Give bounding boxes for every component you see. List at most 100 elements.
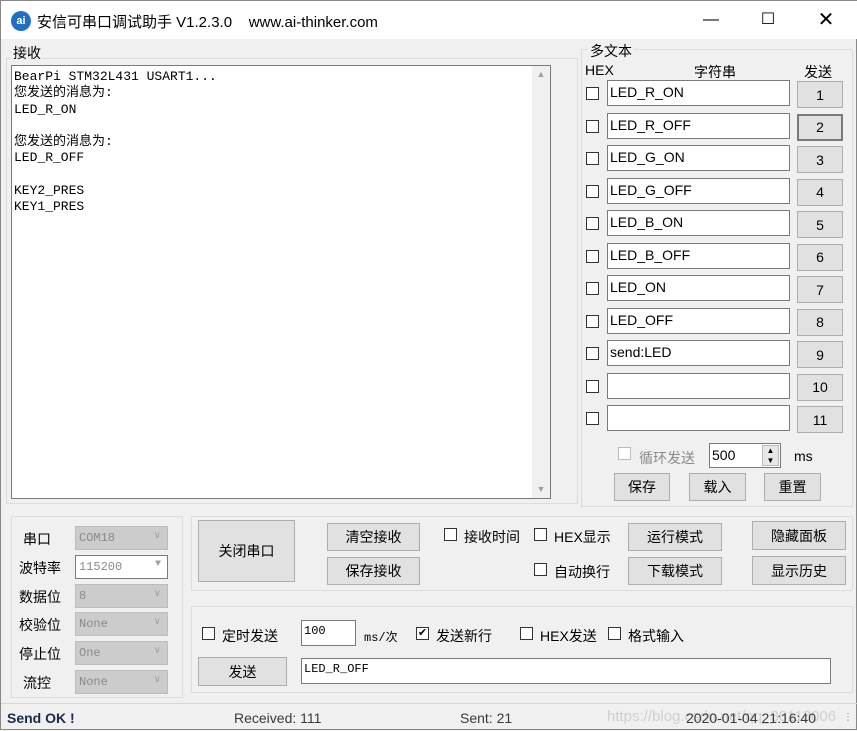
hex-checkbox[interactable] [586, 314, 599, 328]
hex-checkbox[interactable] [586, 87, 599, 100]
app-logo-icon: ai [11, 11, 31, 31]
serial-field-value: 8 [79, 588, 87, 603]
multi-send-button[interactable]: 4 [797, 178, 843, 206]
multi-send-button[interactable]: 9 [797, 341, 843, 368]
multi-text-input[interactable]: send:LED [607, 340, 790, 366]
multi-send-button[interactable]: 5 [797, 211, 843, 238]
window-title: 安信可串口调试助手 V1.2.3.0 www.ai-thinker.com [37, 14, 378, 31]
hex-send-checkbox[interactable] [520, 627, 533, 640]
multi-text-value: LED_R_OFF [610, 116, 691, 133]
multi-text-input[interactable]: LED_G_ON [607, 145, 790, 171]
timed-interval-input[interactable]: 100 [301, 620, 356, 646]
multi-send-button[interactable]: 1 [797, 81, 843, 108]
hex-checkbox[interactable] [586, 152, 599, 165]
hex-checkbox[interactable] [586, 119, 599, 133]
close-icon[interactable]: ✕ [803, 1, 849, 39]
multi-text-value: LED_R_ON [610, 84, 684, 100]
multi-text-input[interactable]: LED_ON [607, 275, 790, 301]
run-mode-button[interactable]: 运行模式 [628, 523, 722, 551]
send-input[interactable]: LED_R_OFF [301, 658, 831, 684]
multi-send-button[interactable]: 11 [797, 406, 843, 433]
multi-send-button[interactable]: 2 [797, 113, 843, 141]
serial-field-select[interactable]: COM18 ∨ [75, 526, 168, 550]
multi-text-value: LED_G_OFF [610, 181, 692, 198]
multi-text-input[interactable]: LED_B_OFF [607, 242, 790, 269]
hide-panel-button[interactable]: 隐藏面板 [752, 521, 846, 550]
hex-checkbox[interactable] [586, 217, 599, 230]
spinner-arrows-icon[interactable]: ▲ ▼ [762, 445, 779, 466]
datetime: 2020-01-04 21:16:40 [686, 710, 816, 726]
multi-text-value: LED_ON [610, 279, 667, 295]
minimize-icon[interactable]: — [688, 1, 734, 39]
multi-text-input[interactable]: LED_OFF [607, 307, 790, 334]
reset-button[interactable]: 重置 [764, 473, 821, 501]
timed-send-label: 定时发送 [222, 628, 278, 644]
received-count: Received: 111 [234, 710, 322, 726]
multi-send-button[interactable]: 8 [797, 308, 843, 336]
serial-field-select[interactable]: None ∨ [75, 612, 168, 637]
string-header: 字符串 [694, 64, 736, 80]
serial-field-label: 校验位 [19, 617, 61, 634]
hex-header: HEX [585, 62, 614, 78]
multi-text-value: send:LED [610, 344, 672, 360]
loop-send-checkbox[interactable] [618, 447, 631, 460]
multi-send-button[interactable]: 3 [797, 146, 843, 173]
format-input-label: 格式输入 [628, 628, 684, 644]
auto-wrap-checkbox[interactable] [534, 563, 547, 576]
send-newline-checkbox[interactable]: ✔ [416, 627, 429, 640]
download-mode-button[interactable]: 下载模式 [628, 557, 722, 585]
multi-send-button[interactable]: 6 [797, 243, 843, 271]
clear-receive-button[interactable]: 清空接收 [327, 523, 420, 551]
serial-field-select[interactable]: None ∨ [75, 670, 168, 694]
save-button[interactable]: 保存 [614, 473, 670, 501]
multi-send-button[interactable]: 10 [797, 373, 843, 401]
multi-text-input[interactable] [607, 372, 790, 399]
load-button[interactable]: 载入 [689, 473, 746, 501]
chevron-down-icon: ∨ [153, 617, 161, 629]
serial-field-value: None [79, 617, 108, 632]
loop-unit: ms [794, 448, 813, 464]
receive-label: 接收 [11, 43, 43, 63]
maximize-icon[interactable]: ☐ [745, 1, 791, 39]
serial-field-label: 流控 [23, 675, 51, 691]
chevron-down-icon: ∨ [153, 531, 161, 542]
resize-grip-icon[interactable]: ⋮⋮ [843, 712, 857, 723]
scroll-up-icon[interactable]: ▲ [532, 66, 550, 83]
receive-textarea[interactable]: BearPi STM32L431 USART1... 您发送的消息为: LED_… [11, 65, 551, 499]
serial-field-label: 数据位 [19, 588, 61, 605]
multi-text-input[interactable]: LED_R_OFF [607, 112, 790, 139]
receive-time-label: 接收时间 [464, 529, 520, 545]
scroll-down-icon[interactable]: ▼ [532, 481, 550, 498]
multi-text-input[interactable] [607, 405, 790, 431]
show-history-button[interactable]: 显示历史 [752, 556, 846, 585]
multi-text-value: LED_G_ON [610, 149, 685, 165]
hex-checkbox[interactable] [586, 412, 599, 425]
hex-checkbox[interactable] [586, 282, 599, 295]
serial-field-select[interactable]: 115200 ▼ [75, 554, 168, 579]
sent-count: Sent: 21 [460, 710, 513, 726]
close-port-button[interactable]: 关闭串口 [198, 520, 295, 582]
receive-scrollbar[interactable]: ▲ ▼ [532, 66, 550, 498]
hex-checkbox[interactable] [586, 347, 599, 360]
multi-text-input[interactable]: LED_B_ON [607, 210, 790, 236]
chevron-down-icon: ▼ [154, 558, 161, 570]
hex-checkbox[interactable] [586, 379, 599, 393]
hex-checkbox[interactable] [586, 184, 599, 198]
multi-text-input[interactable]: LED_R_ON [607, 80, 790, 106]
format-input-checkbox[interactable] [608, 627, 621, 640]
timed-interval-value: 100 [304, 624, 326, 638]
multi-send-button[interactable]: 7 [797, 276, 843, 303]
hex-checkbox[interactable] [586, 249, 599, 263]
chevron-down-icon: ∨ [153, 646, 161, 658]
send-button[interactable]: 发送 [198, 657, 287, 686]
multi-text-label: 多文本 [588, 41, 634, 61]
timed-send-checkbox[interactable] [202, 627, 215, 640]
hex-send-label: HEX发送 [540, 628, 597, 644]
multi-text-value: LED_B_OFF [610, 246, 691, 263]
serial-field-select[interactable]: One ∨ [75, 641, 168, 666]
serial-field-select[interactable]: 8 ∨ [75, 583, 168, 608]
receive-time-checkbox[interactable] [444, 528, 457, 541]
multi-text-input[interactable]: LED_G_OFF [607, 177, 790, 204]
hex-display-checkbox[interactable] [534, 528, 547, 541]
save-receive-button[interactable]: 保存接收 [327, 557, 420, 585]
